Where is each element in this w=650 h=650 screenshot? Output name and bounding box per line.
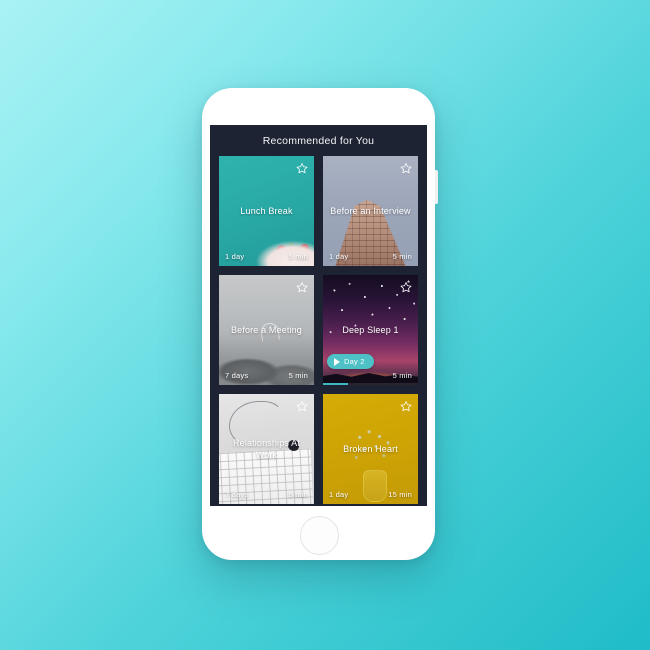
list-item[interactable]: Before a Meeting 7 days 5 min: [219, 275, 314, 385]
card-days: 1 day: [225, 252, 245, 261]
phone-mockup: Recommended for You Lunch Break 1 day 5 …: [202, 88, 438, 560]
card-meta: 1 day 5 min: [329, 252, 412, 261]
canvas: Recommended for You Lunch Break 1 day 5 …: [0, 0, 650, 650]
card-duration: 5 min: [288, 371, 308, 380]
list-item[interactable]: Relationships At Work 7 days 5 min: [219, 394, 314, 504]
star-outline-icon[interactable]: [296, 400, 308, 412]
card-duration: 5 min: [288, 252, 308, 261]
recommendation-grid: Lunch Break 1 day 5 min Before an Interv…: [210, 156, 427, 504]
progress-bar-fill: [323, 383, 348, 385]
list-item[interactable]: Before an Interview 1 day 5 min: [323, 156, 418, 266]
card-days: 1 day: [329, 490, 349, 499]
card-meta: 7 days 5 min: [225, 371, 308, 380]
card-meta: 1 day 5 min: [225, 252, 308, 261]
card-duration: 5 min: [392, 371, 412, 380]
star-outline-icon[interactable]: [400, 162, 412, 174]
play-day-button[interactable]: Day 2: [327, 354, 374, 369]
play-button-label: Day 2: [344, 357, 365, 366]
list-item[interactable]: Deep Sleep 1 Day 2 5 min: [323, 275, 418, 385]
card-title: Before an Interview: [330, 206, 411, 216]
list-item[interactable]: Lunch Break 1 day 5 min: [219, 156, 314, 266]
star-outline-icon[interactable]: [296, 281, 308, 293]
card-meta: 5 min: [329, 371, 412, 380]
card-days: 7 days: [225, 490, 249, 499]
play-triangle-icon: [334, 357, 340, 366]
card-days: 1 day: [329, 252, 349, 261]
card-duration: 5 min: [288, 490, 308, 499]
card-meta: 1 day 15 min: [329, 490, 412, 499]
home-button[interactable]: [300, 516, 339, 555]
card-days: 7 days: [225, 371, 249, 380]
card-duration: 15 min: [388, 490, 412, 499]
star-outline-icon[interactable]: [400, 281, 412, 293]
phone-screen: Recommended for You Lunch Break 1 day 5 …: [210, 125, 427, 506]
star-outline-icon[interactable]: [400, 400, 412, 412]
list-item[interactable]: Broken Heart 1 day 15 min: [323, 394, 418, 504]
card-title: Lunch Break: [240, 206, 293, 216]
progress-bar: [323, 383, 418, 385]
card-title: Deep Sleep 1: [342, 325, 399, 335]
card-title: Broken Heart: [343, 444, 398, 454]
card-title: Before a Meeting: [231, 325, 302, 335]
card-title: Relationships At Work: [233, 438, 300, 460]
page-title: Recommended for You: [262, 135, 375, 147]
card-duration: 5 min: [392, 252, 412, 261]
card-meta: 7 days 5 min: [225, 490, 308, 499]
power-button[interactable]: [435, 170, 438, 204]
star-outline-icon[interactable]: [296, 162, 308, 174]
